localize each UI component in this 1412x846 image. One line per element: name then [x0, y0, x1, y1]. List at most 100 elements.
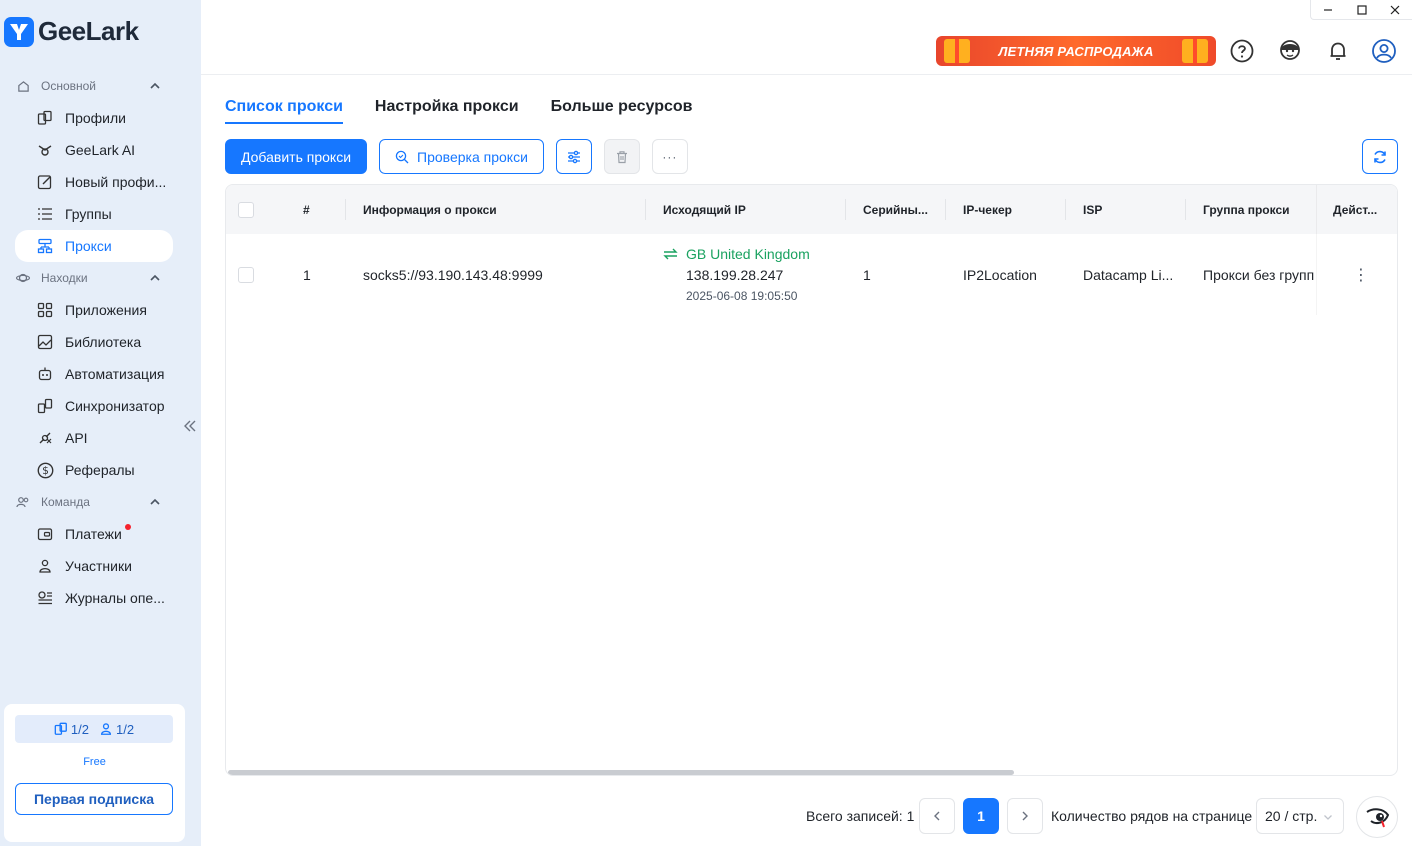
total-records: Всего записей: 1	[806, 808, 915, 824]
check-time-cell: 2025-06-08 19:05:50	[686, 289, 798, 303]
api-icon	[36, 429, 54, 447]
wallet-icon	[36, 525, 54, 543]
column-header-actions[interactable]: Дейст...	[1317, 185, 1397, 234]
page-size-select[interactable]: 20 / стр.	[1256, 798, 1344, 834]
app-name: GeeLark	[38, 16, 139, 46]
tab-more-resources[interactable]: Больше ресурсов	[551, 98, 693, 124]
column-header-proxy-info[interactable]: Информация о прокси	[363, 185, 497, 234]
support-button[interactable]	[1277, 38, 1303, 64]
account-button[interactable]	[1371, 38, 1397, 64]
section-team[interactable]: Команда	[0, 486, 201, 518]
select-all-checkbox[interactable]	[238, 202, 254, 218]
tab-proxy-list[interactable]: Список прокси	[225, 98, 343, 124]
add-proxy-button[interactable]: Добавить прокси	[225, 139, 368, 174]
plan-tier: Free	[83, 756, 106, 768]
tab-proxy-settings[interactable]: Настройка прокси	[375, 98, 519, 124]
sidebar-item-library[interactable]: Библиотека	[15, 326, 173, 358]
profiles-icon	[36, 109, 54, 127]
column-divider	[945, 199, 946, 220]
maximize-button[interactable]	[1345, 0, 1379, 19]
ip-checker-cell: IP2Location	[963, 267, 1037, 283]
notification-dot	[125, 524, 131, 530]
table-header: # Информация о прокси Исходящий IP Серий…	[226, 185, 1397, 234]
row-checkbox[interactable]	[238, 267, 254, 283]
filter-settings-button[interactable]	[555, 139, 592, 174]
collapse-sidebar-icon[interactable]	[182, 418, 198, 434]
sidebar-item-new-profile[interactable]: Новый профи...	[15, 166, 173, 198]
prev-page-button[interactable]	[919, 798, 955, 834]
section-label: Основной	[41, 79, 97, 93]
check-proxy-button[interactable]: Проверка прокси	[379, 139, 544, 174]
sidebar-item-logs[interactable]: Журналы опе...	[15, 582, 173, 614]
column-divider	[1185, 199, 1186, 220]
column-header-ip-checker[interactable]: IP-чекер	[963, 185, 1012, 234]
chevron-up-icon[interactable]	[149, 272, 161, 284]
horizontal-scrollbar[interactable]	[228, 770, 1397, 775]
sidebar-item-proxy[interactable]: Прокси	[15, 230, 173, 262]
sidebar-item-label: Приложения	[65, 302, 147, 318]
assistant-bird-icon	[1366, 808, 1390, 828]
notifications-button[interactable]	[1325, 38, 1351, 64]
sidebar-item-automation[interactable]: Автоматизация	[15, 358, 173, 390]
sidebar-item-groups[interactable]: Группы	[15, 198, 173, 230]
rows-per-page-label: Количество рядов на странице	[1051, 808, 1253, 824]
next-page-button[interactable]	[1007, 798, 1043, 834]
refresh-icon	[1374, 150, 1386, 163]
sidebar-item-label: Новый профи...	[65, 174, 167, 190]
search-check-icon	[395, 150, 409, 163]
sidebar-item-members[interactable]: Участники	[15, 550, 173, 582]
column-divider	[845, 199, 846, 220]
section-discoveries[interactable]: Находки	[0, 262, 201, 294]
proxy-table: # Информация о прокси Исходящий IP Серий…	[225, 184, 1398, 776]
sidebar-item-api[interactable]: API	[15, 422, 173, 454]
row-actions-menu-icon[interactable]: ⋮	[1353, 265, 1369, 285]
sidebar-item-label: Рефералы	[65, 462, 135, 478]
section-main[interactable]: Основной	[0, 70, 201, 102]
column-header-index[interactable]: #	[303, 185, 310, 234]
sidebar-item-label: Платежи	[65, 526, 122, 542]
isp-cell: Datacamp Li...	[1083, 267, 1174, 283]
help-button[interactable]	[1229, 38, 1255, 64]
bell-icon	[1330, 42, 1346, 60]
sidebar-item-geelark-ai[interactable]: GeeLark AI	[15, 134, 173, 166]
members-usage: 1/2	[116, 721, 135, 737]
profiles-usage: 1/2	[70, 721, 89, 737]
sidebar-item-label: Синхронизатор	[65, 398, 165, 414]
minimize-icon	[1323, 8, 1332, 11]
assistant-button[interactable]	[1356, 796, 1398, 838]
current-page-button[interactable]: 1	[963, 798, 999, 834]
summer-sale-banner[interactable]: ЛЕТНЯЯ РАСПРОДАЖА	[936, 36, 1216, 66]
scrollbar-thumb[interactable]	[228, 770, 1014, 775]
minimize-button[interactable]	[1311, 0, 1345, 19]
maximize-icon	[1356, 4, 1367, 15]
column-header-proxy-group[interactable]: Группа прокси	[1203, 185, 1290, 234]
sidebar-item-apps[interactable]: Приложения	[15, 294, 173, 326]
section-label: Находки	[41, 271, 88, 285]
sidebar-item-payments[interactable]: Платежи	[15, 518, 173, 550]
app-logo[interactable]: GeeLark	[4, 16, 139, 47]
geelark-logo-icon	[4, 16, 34, 47]
support-agent-icon	[1280, 40, 1300, 60]
serial-cell: 1	[863, 267, 871, 283]
sidebar-item-synchronizer[interactable]: Синхронизатор	[15, 390, 173, 422]
chevron-up-icon[interactable]	[149, 496, 161, 508]
sidebar-item-referrals[interactable]: $ Рефералы	[15, 454, 173, 486]
first-subscription-button[interactable]: Первая подписка	[15, 783, 173, 815]
column-divider	[345, 199, 346, 220]
apps-icon	[36, 301, 54, 319]
home-icon	[16, 79, 30, 93]
refresh-button[interactable]	[1362, 139, 1398, 174]
delete-button[interactable]	[603, 139, 640, 174]
sidebar-item-profiles[interactable]: Профили	[15, 102, 173, 134]
profiles-icon	[54, 722, 67, 735]
page-size-value: 20 / стр.	[1265, 808, 1318, 824]
column-header-serial[interactable]: Серийны...	[863, 185, 928, 234]
column-header-isp[interactable]: ISP	[1083, 185, 1102, 234]
gift-icon	[1182, 39, 1208, 63]
close-button[interactable]	[1378, 0, 1412, 19]
chevron-up-icon[interactable]	[149, 80, 161, 92]
column-header-outgoing-ip[interactable]: Исходящий IP	[663, 185, 746, 234]
more-actions-button[interactable]: ···	[651, 139, 688, 174]
gift-icon	[944, 39, 970, 63]
chevron-down-icon	[1324, 815, 1332, 820]
